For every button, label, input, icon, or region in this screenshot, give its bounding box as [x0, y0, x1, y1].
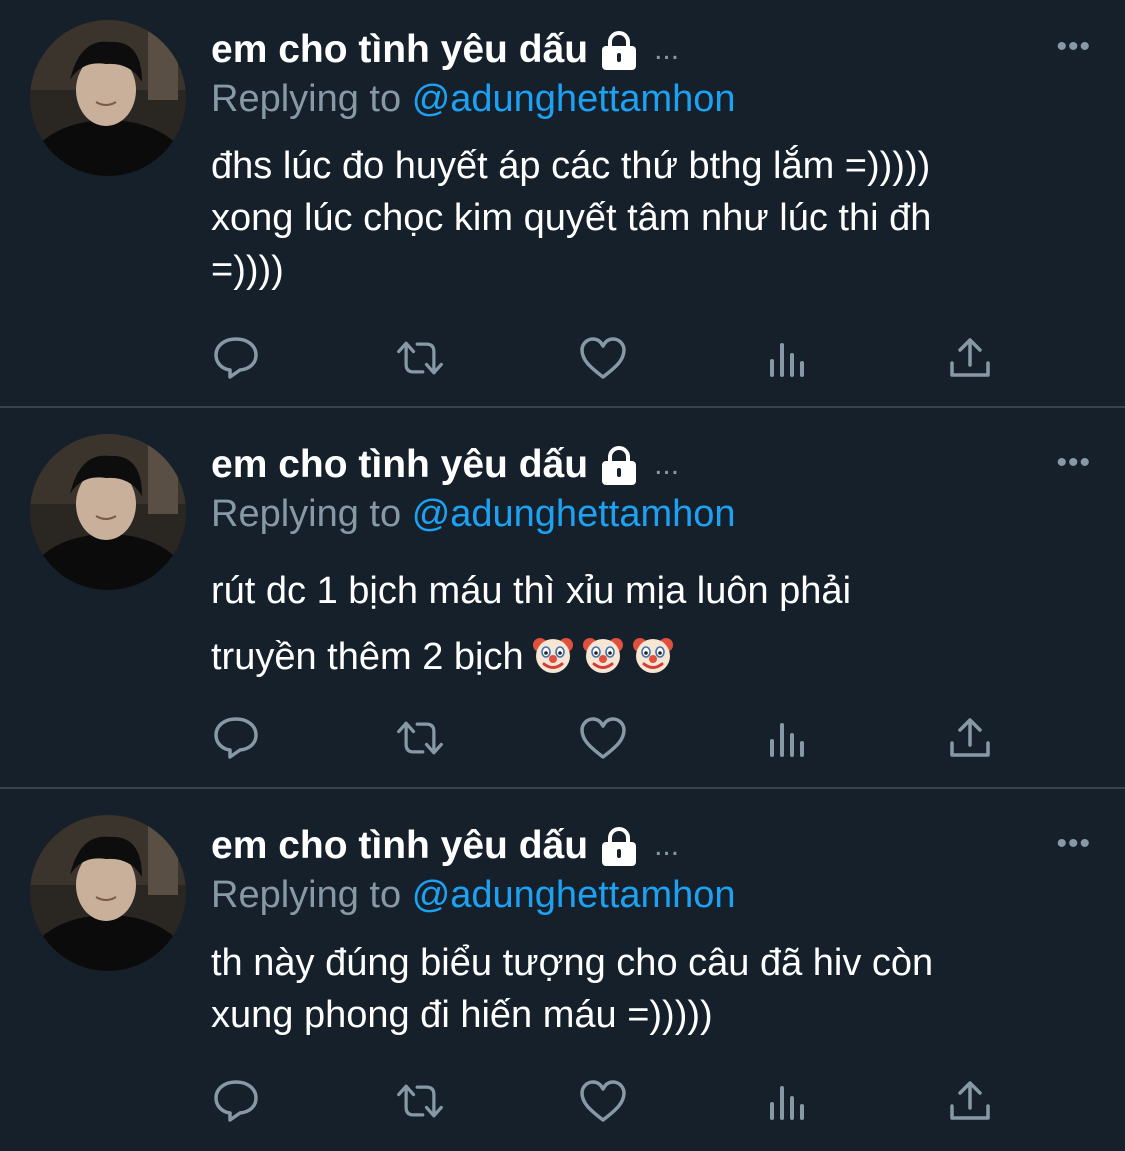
replying-handle-link[interactable]: @adunghettamhon — [412, 874, 736, 916]
lock-icon — [598, 826, 640, 866]
header-ellipsis: ... — [654, 33, 680, 66]
clown-face-emoji — [582, 638, 623, 673]
share-icon[interactable] — [945, 713, 995, 763]
tweet[interactable]: em cho tình yêu dấu ... Replying to @adu… — [0, 408, 1125, 789]
retweet-icon[interactable] — [395, 333, 445, 383]
replying-handle-link[interactable]: @adunghettamhon — [412, 78, 736, 120]
retweet-icon[interactable] — [395, 1076, 445, 1126]
tweet-text: đhs lúc đo huyết áp các thứ bthg lắm =))… — [211, 145, 932, 291]
analytics-icon[interactable] — [762, 713, 812, 763]
like-icon[interactable] — [578, 713, 628, 763]
replying-handle-link[interactable]: @adunghettamhon — [412, 493, 736, 535]
analytics-icon[interactable] — [762, 1076, 812, 1126]
tweet[interactable]: em cho tình yêu dấu ... Replying to @adu… — [0, 0, 1125, 408]
reply-icon[interactable] — [211, 713, 261, 763]
replying-label: Replying to — [211, 493, 402, 535]
lock-icon — [598, 445, 640, 485]
replying-label: Replying to — [211, 874, 402, 916]
clown-face-emoji — [532, 638, 573, 673]
avatar[interactable] — [30, 434, 186, 590]
share-icon[interactable] — [945, 1076, 995, 1126]
avatar[interactable] — [30, 20, 186, 176]
analytics-icon[interactable] — [762, 333, 812, 383]
replying-to: Replying to @adunghettamhon — [211, 871, 736, 919]
header-ellipsis: ... — [654, 829, 680, 862]
like-icon[interactable] — [578, 1076, 628, 1126]
tweet[interactable]: em cho tình yêu dấu ... Replying to @adu… — [0, 789, 1125, 1151]
clown-face-emoji — [632, 638, 673, 673]
replying-label: Replying to — [211, 78, 402, 120]
more-options-button[interactable]: ••• — [1056, 448, 1091, 478]
display-name[interactable]: em cho tình yêu dấu — [211, 822, 588, 870]
more-options-button[interactable]: ••• — [1056, 32, 1091, 62]
tweet-text: th này đúng biểu tượng cho câu đã hiv cò… — [211, 942, 934, 1036]
display-name[interactable]: em cho tình yêu dấu — [211, 441, 588, 489]
replying-to: Replying to @adunghettamhon — [211, 490, 736, 538]
reply-icon[interactable] — [211, 333, 261, 383]
share-icon[interactable] — [945, 333, 995, 383]
reply-icon[interactable] — [211, 1076, 261, 1126]
tweet-actions — [211, 713, 995, 763]
more-options-button[interactable]: ••• — [1056, 829, 1091, 859]
avatar[interactable] — [30, 815, 186, 971]
header-ellipsis: ... — [654, 448, 680, 481]
lock-icon — [598, 30, 640, 70]
display-name[interactable]: em cho tình yêu dấu — [211, 26, 588, 74]
tweet-actions — [211, 333, 995, 383]
tweet-actions — [211, 1076, 995, 1126]
like-icon[interactable] — [578, 333, 628, 383]
replying-to: Replying to @adunghettamhon — [211, 75, 736, 123]
retweet-icon[interactable] — [395, 713, 445, 763]
